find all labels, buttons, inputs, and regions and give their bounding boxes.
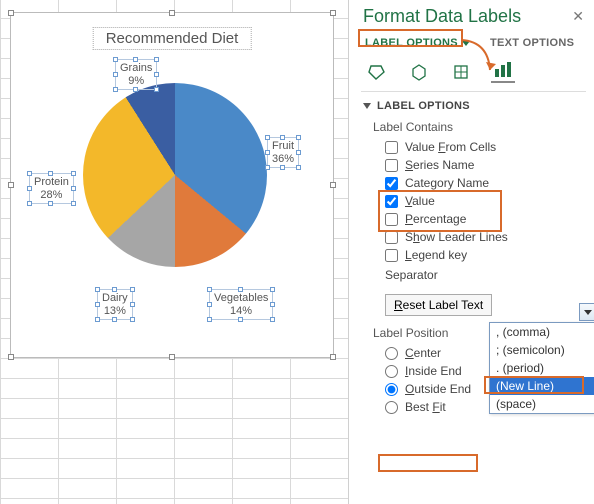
radio[interactable] (385, 347, 398, 360)
data-label-text: Dairy (102, 292, 128, 304)
checkbox[interactable] (385, 159, 398, 172)
check-series-name[interactable]: Series Name (385, 158, 584, 172)
caret-down-icon (363, 103, 371, 109)
checkbox[interactable] (385, 231, 398, 244)
reset-label-text-button[interactable]: Reset Label Text (385, 294, 492, 316)
data-label-grains[interactable]: Grains 9% (115, 59, 157, 90)
data-label-vegetables[interactable]: Vegetables 14% (209, 289, 273, 320)
separator-option[interactable]: ; (semicolon) (490, 341, 594, 359)
check-legend-key[interactable]: Legend key (385, 248, 584, 262)
separator-option[interactable]: . (period) (490, 359, 594, 377)
tab-text-options[interactable]: TEXT OPTIONS (488, 35, 576, 51)
fill-line-icon[interactable] (365, 61, 389, 83)
chevron-down-icon (462, 41, 470, 46)
data-label-text: Vegetables (214, 292, 268, 304)
data-label-text: Fruit (272, 140, 294, 152)
check-value[interactable]: Value (385, 194, 584, 208)
checkbox[interactable] (385, 213, 398, 226)
chart-object[interactable]: Recommended Diet Fruit 36% Vegetables 14… (10, 12, 334, 358)
checkbox[interactable] (385, 141, 398, 154)
tab-label-options[interactable]: LABEL OPTIONS (363, 35, 472, 51)
separator-option-selected[interactable]: (New Line) (490, 377, 594, 395)
pie-plot-area[interactable] (83, 83, 267, 267)
data-label-text: Protein (34, 176, 69, 188)
data-label-dairy[interactable]: Dairy 13% (97, 289, 133, 320)
worksheet-grid[interactable]: Recommended Diet Fruit 36% Vegetables 14… (0, 0, 348, 504)
separator-dropdown[interactable]: , (comma) ; (semicolon) . (period) (New … (489, 322, 594, 414)
separator-option[interactable]: , (comma) (490, 323, 594, 341)
section-label-options[interactable]: LABEL OPTIONS (363, 100, 584, 112)
radio[interactable] (385, 365, 398, 378)
check-category-name[interactable]: Category Name (385, 176, 584, 190)
effects-icon[interactable] (407, 61, 431, 83)
data-label-protein[interactable]: Protein 28% (29, 173, 74, 204)
dropdown-button[interactable] (579, 303, 594, 321)
checkbox[interactable] (385, 195, 398, 208)
format-pane: Format Data Labels ✕ LABEL OPTIONS TEXT … (348, 0, 594, 504)
separator-option[interactable]: (space) (490, 395, 594, 413)
close-icon[interactable]: ✕ (572, 8, 584, 25)
pane-title: Format Data Labels (363, 6, 521, 27)
checkbox[interactable] (385, 177, 398, 190)
data-label-text: Grains (120, 62, 152, 74)
check-value-from-cells[interactable]: Value From Cells (385, 140, 584, 154)
check-show-leader-lines[interactable]: Show Leader Lines (385, 230, 584, 244)
check-percentage[interactable]: Percentage (385, 212, 584, 226)
radio[interactable] (385, 401, 398, 414)
size-properties-icon[interactable] (449, 61, 473, 83)
label-contains-header: Label Contains (373, 120, 584, 134)
checkbox[interactable] (385, 249, 398, 262)
chart-title[interactable]: Recommended Diet (93, 27, 252, 50)
label-options-icon[interactable] (491, 61, 515, 83)
radio[interactable] (385, 383, 398, 396)
separator-label: Separator (385, 268, 438, 282)
data-label-fruit[interactable]: Fruit 36% (267, 137, 299, 168)
